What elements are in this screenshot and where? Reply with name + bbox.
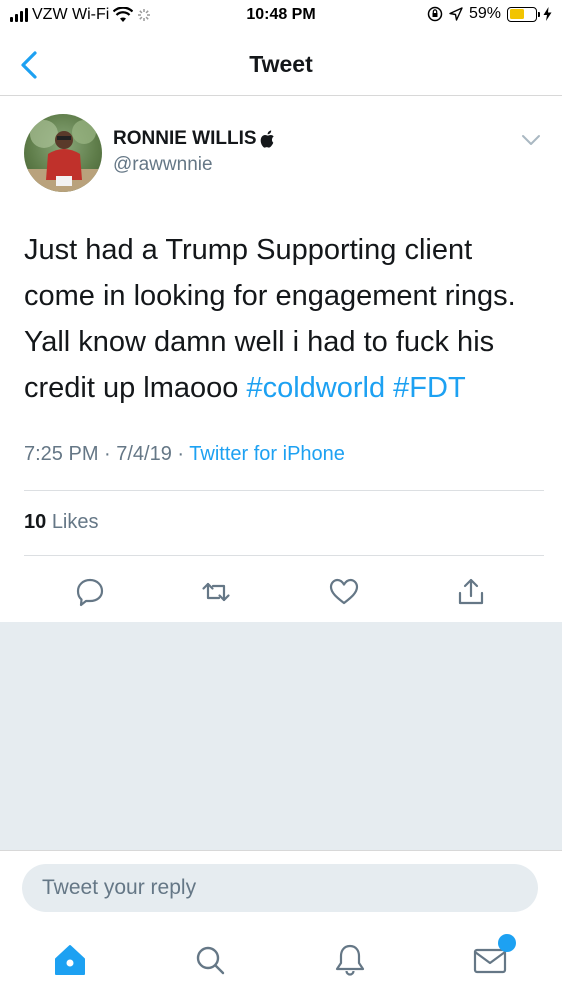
author-handle[interactable]: @rawwnnie — [113, 154, 213, 176]
chevron-down-icon[interactable] — [520, 133, 542, 147]
tweet-actions — [0, 567, 562, 623]
tab-bar — [0, 920, 562, 1000]
home-icon — [55, 945, 85, 975]
tweet-text: Just had a Trump Supporting client come … — [24, 227, 544, 411]
status-bar: VZW Wi-Fi 10:48 PM 59% — [0, 0, 562, 36]
charging-bolt-icon — [543, 7, 552, 21]
tweet-source-link[interactable]: Twitter for iPhone — [189, 443, 345, 465]
likes-count[interactable]: 10 Likes — [24, 511, 99, 534]
divider — [24, 490, 544, 491]
status-right: 59% — [427, 5, 552, 23]
location-icon — [449, 7, 463, 21]
author-name-text: RONNIE WILLIS — [113, 128, 257, 149]
reply-bar — [0, 850, 562, 920]
battery-percent: 59% — [468, 5, 501, 22]
empty-replies-area — [0, 622, 562, 850]
tab-notifications[interactable] — [330, 940, 370, 980]
tweet-meta: 7:25 PM · 7/4/19 · Twitter for iPhone — [24, 443, 345, 466]
likes-label: Likes — [51, 511, 99, 533]
tab-search[interactable] — [190, 940, 230, 980]
rotation-lock-icon — [427, 6, 443, 22]
avatar-image — [24, 120, 102, 192]
page-title: Tweet — [249, 51, 313, 77]
messages-badge — [498, 934, 516, 952]
reply-input[interactable] — [22, 864, 538, 912]
apple-icon — [260, 130, 274, 148]
like-icon[interactable] — [327, 575, 361, 609]
tab-messages[interactable] — [470, 934, 516, 980]
tab-home[interactable] — [50, 940, 90, 980]
battery-icon — [507, 6, 540, 22]
divider — [24, 555, 544, 556]
avatar[interactable] — [24, 114, 102, 192]
tweet-timestamp: 7:25 PM · 7/4/19 · — [24, 443, 190, 465]
nav-bar: Tweet — [0, 36, 562, 96]
notifications-icon — [335, 944, 365, 976]
share-icon[interactable] — [454, 575, 488, 609]
retweet-icon[interactable] — [199, 575, 233, 609]
hashtag-link[interactable]: #coldworld — [246, 372, 385, 404]
hashtag-link[interactable]: #FDT — [393, 372, 466, 404]
author-name[interactable]: RONNIE WILLIS — [113, 128, 276, 150]
search-icon — [196, 946, 225, 975]
reply-icon[interactable] — [73, 575, 107, 609]
likes-number: 10 — [24, 511, 47, 533]
